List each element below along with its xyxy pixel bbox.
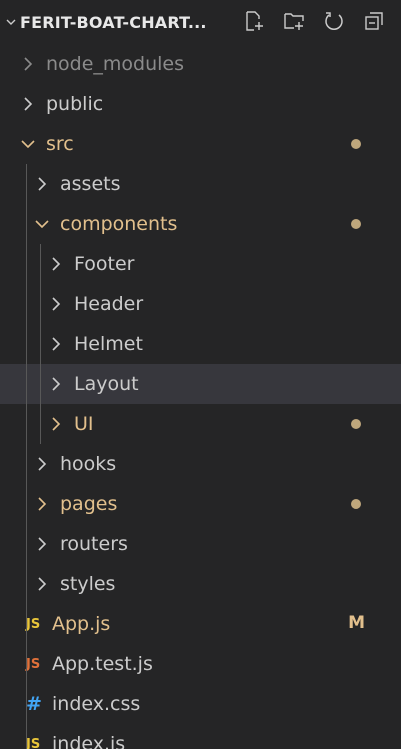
chevron-right-icon bbox=[18, 94, 38, 114]
indent-guide bbox=[26, 324, 27, 364]
indent-guide bbox=[40, 244, 41, 284]
tree-item-label: App.js bbox=[52, 613, 111, 635]
tree-item-index-css[interactable]: # index.css bbox=[0, 684, 401, 724]
indent-guide bbox=[26, 364, 27, 404]
chevron-right-icon bbox=[46, 374, 66, 394]
explorer-header: FERIT-BOAT-CHART... bbox=[0, 0, 401, 44]
collapse-all-icon bbox=[365, 12, 383, 30]
tree-item-hooks[interactable]: hooks bbox=[0, 444, 401, 484]
tree-item-app-js[interactable]: JS App.js M bbox=[0, 604, 401, 644]
indent-guide bbox=[26, 524, 27, 564]
new-folder-icon bbox=[284, 13, 304, 30]
indent-guide bbox=[40, 324, 41, 364]
chevron-right-icon bbox=[46, 414, 66, 434]
tree-item-label: Helmet bbox=[74, 333, 143, 355]
indent-guide bbox=[26, 244, 27, 284]
modified-dot-icon bbox=[351, 499, 361, 509]
modified-dot-icon bbox=[351, 139, 361, 149]
indent-guide bbox=[26, 284, 27, 324]
tree-item-index-js[interactable]: JS index.js bbox=[0, 724, 401, 749]
js-file-icon: JS bbox=[26, 736, 41, 749]
refresh-button[interactable] bbox=[321, 8, 347, 34]
new-folder-button[interactable] bbox=[281, 8, 307, 34]
tree-item-label: styles bbox=[60, 573, 116, 595]
tree-item-label: public bbox=[46, 93, 104, 115]
tree-item-header[interactable]: Header bbox=[0, 284, 401, 324]
tree-item-components[interactable]: components bbox=[0, 204, 401, 244]
indent-guide bbox=[26, 604, 27, 644]
explorer-panel: FERIT-BOAT-CHART... node_modules public … bbox=[0, 0, 401, 749]
chevron-right-icon bbox=[32, 494, 52, 514]
explorer-actions bbox=[241, 8, 387, 34]
tree-item-helmet[interactable]: Helmet bbox=[0, 324, 401, 364]
tree-item-footer[interactable]: Footer bbox=[0, 244, 401, 284]
indent-guide bbox=[40, 404, 41, 444]
indent-guide bbox=[26, 724, 27, 749]
tree-item-node-modules[interactable]: node_modules bbox=[0, 44, 401, 84]
indent-guide bbox=[26, 484, 27, 524]
tree-item-assets[interactable]: assets bbox=[0, 164, 401, 204]
chevron-right-icon bbox=[32, 574, 52, 594]
tree-item-label: node_modules bbox=[46, 53, 185, 75]
indent-guide bbox=[26, 564, 27, 604]
tree-item-public[interactable]: public bbox=[0, 84, 401, 124]
tree-item-label: App.test.js bbox=[52, 653, 153, 675]
tree-item-label: UI bbox=[74, 413, 94, 435]
collapse-all-button[interactable] bbox=[361, 8, 387, 34]
tree-item-label: Layout bbox=[74, 373, 139, 395]
tree-item-label: pages bbox=[60, 493, 118, 515]
indent-guide bbox=[26, 404, 27, 444]
chevron-right-icon bbox=[32, 454, 52, 474]
tree-item-styles[interactable]: styles bbox=[0, 564, 401, 604]
chevron-right-icon bbox=[18, 54, 38, 74]
modified-dot-icon bbox=[351, 419, 361, 429]
tree-item-routers[interactable]: routers bbox=[0, 524, 401, 564]
indent-guide bbox=[26, 644, 27, 684]
indent-guide bbox=[26, 204, 27, 244]
tree-item-src[interactable]: src bbox=[0, 124, 401, 164]
chevron-right-icon bbox=[32, 174, 52, 194]
css-file-icon: # bbox=[26, 693, 42, 715]
chevron-right-icon bbox=[46, 334, 66, 354]
modified-badge: M bbox=[348, 613, 365, 633]
tree-item-label: assets bbox=[60, 173, 121, 195]
refresh-icon bbox=[325, 12, 343, 30]
indent-guide bbox=[40, 284, 41, 324]
js-test-file-icon: JS bbox=[26, 656, 41, 672]
chevron-down-icon bbox=[32, 214, 52, 234]
project-title[interactable]: FERIT-BOAT-CHART... bbox=[20, 13, 207, 32]
indent-guide bbox=[26, 444, 27, 484]
new-file-icon bbox=[246, 11, 263, 31]
tree-item-label: index.js bbox=[52, 733, 126, 749]
chevron-down-icon bbox=[18, 134, 38, 154]
indent-guide bbox=[40, 364, 41, 404]
tree-item-app-test-js[interactable]: JS App.test.js bbox=[0, 644, 401, 684]
tree-item-pages[interactable]: pages bbox=[0, 484, 401, 524]
chevron-down-icon[interactable] bbox=[4, 12, 18, 32]
modified-dot-icon bbox=[351, 219, 361, 229]
tree-item-label: hooks bbox=[60, 453, 117, 475]
new-file-button[interactable] bbox=[241, 8, 267, 34]
chevron-right-icon bbox=[46, 254, 66, 274]
file-tree: node_modules public src assets component… bbox=[0, 44, 401, 749]
js-file-icon: JS bbox=[26, 616, 41, 632]
tree-item-label: Footer bbox=[74, 253, 135, 275]
chevron-right-icon bbox=[32, 534, 52, 554]
tree-item-label: routers bbox=[60, 533, 128, 555]
tree-item-label: components bbox=[60, 213, 178, 235]
indent-guide bbox=[26, 164, 27, 204]
tree-item-layout[interactable]: Layout bbox=[0, 364, 401, 404]
tree-item-label: src bbox=[46, 133, 74, 155]
chevron-right-icon bbox=[46, 294, 66, 314]
tree-item-label: index.css bbox=[52, 693, 141, 715]
tree-item-ui[interactable]: UI bbox=[0, 404, 401, 444]
indent-guide bbox=[26, 684, 27, 724]
tree-item-label: Header bbox=[74, 293, 144, 315]
